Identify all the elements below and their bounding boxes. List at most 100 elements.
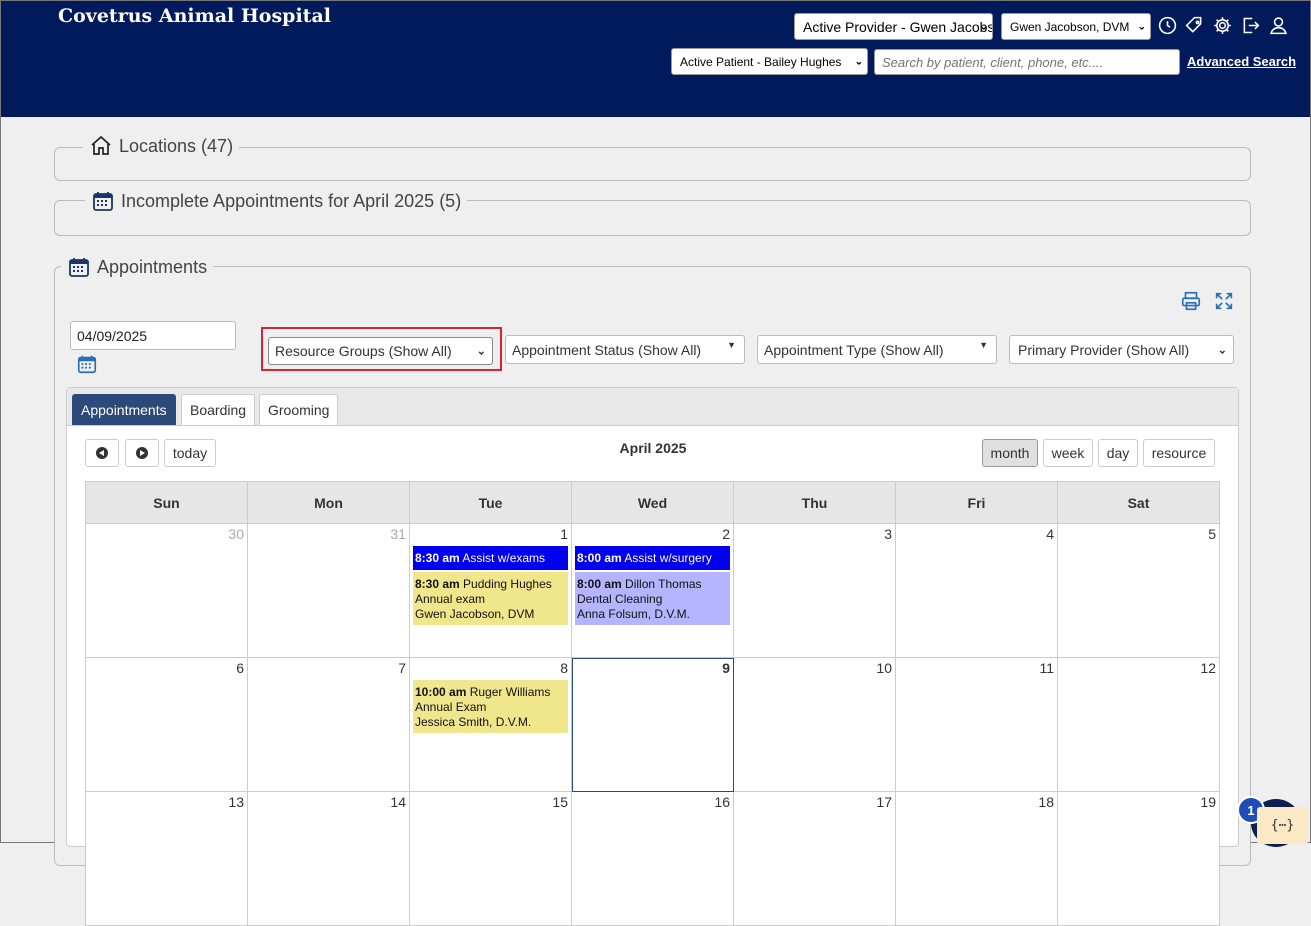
day-cell[interactable]: 10 bbox=[733, 657, 896, 792]
prev-month-button[interactable] bbox=[85, 439, 119, 467]
day-cell[interactable]: 5 bbox=[1057, 523, 1220, 658]
advanced-search-link[interactable]: Advanced Search bbox=[1187, 54, 1296, 69]
day-number[interactable]: 2 bbox=[572, 524, 733, 544]
day-number[interactable]: 10 bbox=[734, 658, 895, 678]
event-title: Assist w/exams bbox=[462, 551, 546, 565]
locations-toggle[interactable]: Locations (47) bbox=[83, 134, 240, 158]
day-cell[interactable]: 30 bbox=[85, 523, 248, 658]
day-cell[interactable]: 8 10:00 am Ruger Williams Annual Exam Jessi… bbox=[409, 657, 572, 792]
calendar-event[interactable]: 8:30 am Pudding Hughes Annual exam Gwen Ja… bbox=[413, 572, 568, 625]
day-number[interactable]: 15 bbox=[410, 792, 571, 812]
day-number[interactable]: 13 bbox=[86, 792, 247, 812]
day-cell[interactable]: 1 8:30 am Assist w/exams 8:30 am Pudding H… bbox=[409, 523, 572, 658]
day-cell[interactable]: 19 bbox=[1057, 791, 1220, 926]
search-input[interactable] bbox=[874, 49, 1180, 75]
provider-select[interactable]: Gwen Jacobson, DVM ⌄ bbox=[1001, 13, 1151, 40]
chevron-down-icon: ⌄ bbox=[1217, 344, 1227, 356]
day-cell[interactable]: 17 bbox=[733, 791, 896, 926]
day-number[interactable]: 31 bbox=[248, 524, 409, 544]
event-title: Assist w/surgery bbox=[624, 551, 712, 565]
view-week-button[interactable]: week bbox=[1043, 439, 1093, 467]
user-icon[interactable] bbox=[1267, 14, 1289, 36]
incomplete-appointments-title: Incomplete Appointments for April 2025 (… bbox=[121, 190, 462, 211]
calendar-event[interactable]: 8:00 am Assist w/surgery bbox=[575, 546, 730, 570]
day-cell[interactable]: 3 bbox=[733, 523, 896, 658]
gear-icon[interactable] bbox=[1211, 14, 1233, 36]
clock-icon[interactable] bbox=[1156, 14, 1178, 36]
chevron-down-icon: ⌄ bbox=[979, 21, 988, 32]
event-time: 8:00 am bbox=[577, 577, 622, 591]
day-cell[interactable]: 18 bbox=[895, 791, 1058, 926]
active-provider-select[interactable]: Active Provider - Gwen Jacobson ⌄ bbox=[794, 13, 993, 40]
day-cell[interactable]: 16 bbox=[571, 791, 734, 926]
tab-boarding[interactable]: Boarding bbox=[181, 394, 256, 425]
day-cell[interactable]: 13 bbox=[85, 791, 248, 926]
day-number[interactable]: 7 bbox=[248, 658, 409, 678]
day-cell[interactable]: 14 bbox=[247, 791, 410, 926]
event-provider: Gwen Jacobson, DVM bbox=[415, 607, 535, 621]
expand-icon[interactable] bbox=[1213, 290, 1235, 312]
dev-tools-tag[interactable]: {⋯} bbox=[1257, 807, 1308, 844]
day-number[interactable]: 14 bbox=[248, 792, 409, 812]
appointment-type-select[interactable]: Appointment Type (Show All) ▼ bbox=[757, 335, 997, 364]
day-cell[interactable]: 11 bbox=[895, 657, 1058, 792]
date-input[interactable] bbox=[70, 321, 236, 350]
day-number[interactable]: 8 bbox=[410, 658, 571, 678]
weekday-header: Sat bbox=[1057, 481, 1220, 524]
appointments-toggle[interactable]: Appointments bbox=[61, 255, 214, 279]
weekday-header: Wed bbox=[571, 481, 734, 524]
day-cell[interactable]: 9 bbox=[571, 657, 734, 792]
day-cell[interactable]: 12 bbox=[1057, 657, 1220, 792]
day-number[interactable]: 12 bbox=[1058, 658, 1219, 678]
day-number[interactable]: 17 bbox=[734, 792, 895, 812]
event-title: Pudding Hughes bbox=[463, 577, 552, 591]
day-cell[interactable]: 7 bbox=[247, 657, 410, 792]
calendar-event[interactable]: 8:00 am Dillon Thomas Dental Cleaning Anna… bbox=[575, 572, 730, 625]
day-number[interactable]: 1 bbox=[410, 524, 571, 544]
day-number[interactable]: 11 bbox=[896, 658, 1057, 678]
day-number[interactable]: 18 bbox=[896, 792, 1057, 812]
day-number[interactable]: 4 bbox=[896, 524, 1057, 544]
day-number[interactable]: 30 bbox=[86, 524, 247, 544]
day-number[interactable]: 3 bbox=[734, 524, 895, 544]
view-month-button[interactable]: month bbox=[982, 439, 1038, 467]
day-cell[interactable]: 6 bbox=[85, 657, 248, 792]
day-number[interactable]: 16 bbox=[572, 792, 733, 812]
week-row: 6 7 8 10:00 am Ruger Williams Annual Exam Jes… bbox=[85, 657, 1220, 792]
active-provider-value: Active Provider - Gwen Jacobson bbox=[803, 18, 993, 35]
week-row: 13 14 15 16 17 18 19 bbox=[85, 791, 1220, 926]
arrow-right-icon bbox=[136, 447, 148, 459]
day-number[interactable]: 9 bbox=[572, 658, 733, 678]
logout-icon[interactable] bbox=[1239, 14, 1261, 36]
date-picker-calendar-icon[interactable] bbox=[76, 353, 98, 375]
primary-provider-value: Primary Provider (Show All) bbox=[1018, 341, 1190, 358]
day-cell[interactable]: 2 8:00 am Assist w/surgery 8:00 am Dillon … bbox=[571, 523, 734, 658]
calendar-body: 30 31 1 8:30 am Assist w/exams 8:30 am Puddi… bbox=[85, 523, 1220, 926]
week-row: 30 31 1 8:30 am Assist w/exams 8:30 am Puddi… bbox=[85, 523, 1220, 658]
today-button[interactable]: today bbox=[164, 439, 216, 467]
resource-groups-select[interactable]: Resource Groups (Show All) ⌄ bbox=[268, 337, 493, 365]
day-cell[interactable]: 31 bbox=[247, 523, 410, 658]
day-cell[interactable]: 4 bbox=[895, 523, 1058, 658]
day-number[interactable]: 19 bbox=[1058, 792, 1219, 812]
print-icon[interactable] bbox=[1180, 290, 1202, 312]
calendar-event[interactable]: 8:30 am Assist w/exams bbox=[413, 546, 568, 570]
next-month-button[interactable] bbox=[125, 439, 159, 467]
caret-down-icon: ▼ bbox=[727, 340, 736, 350]
tab-appointments[interactable]: Appointments bbox=[72, 394, 176, 425]
tab-grooming[interactable]: Grooming bbox=[259, 394, 339, 425]
day-cell[interactable]: 15 bbox=[409, 791, 572, 926]
appointment-status-select[interactable]: Appointment Status (Show All) ▼ bbox=[505, 335, 745, 364]
chevron-down-icon: ⌄ bbox=[1137, 21, 1146, 32]
primary-provider-select[interactable]: Primary Provider (Show All) ⌄ bbox=[1009, 335, 1234, 364]
day-number[interactable]: 5 bbox=[1058, 524, 1219, 544]
view-day-button[interactable]: day bbox=[1098, 439, 1138, 467]
day-number[interactable]: 6 bbox=[86, 658, 247, 678]
view-resource-button[interactable]: resource bbox=[1143, 439, 1215, 467]
tag-icon[interactable] bbox=[1183, 14, 1205, 36]
event-title: Dillon Thomas bbox=[625, 577, 702, 591]
incomplete-appointments-toggle[interactable]: Incomplete Appointments for April 2025 (… bbox=[85, 189, 468, 213]
calendar-event[interactable]: 10:00 am Ruger Williams Annual Exam Jessic… bbox=[413, 680, 568, 733]
active-patient-select[interactable]: Active Patient - Bailey Hughes ⌄ bbox=[671, 48, 868, 75]
month-calendar: Sun Mon Tue Wed Thu Fri Sat 30 31 1 8:30 am Assis… bbox=[85, 481, 1220, 926]
